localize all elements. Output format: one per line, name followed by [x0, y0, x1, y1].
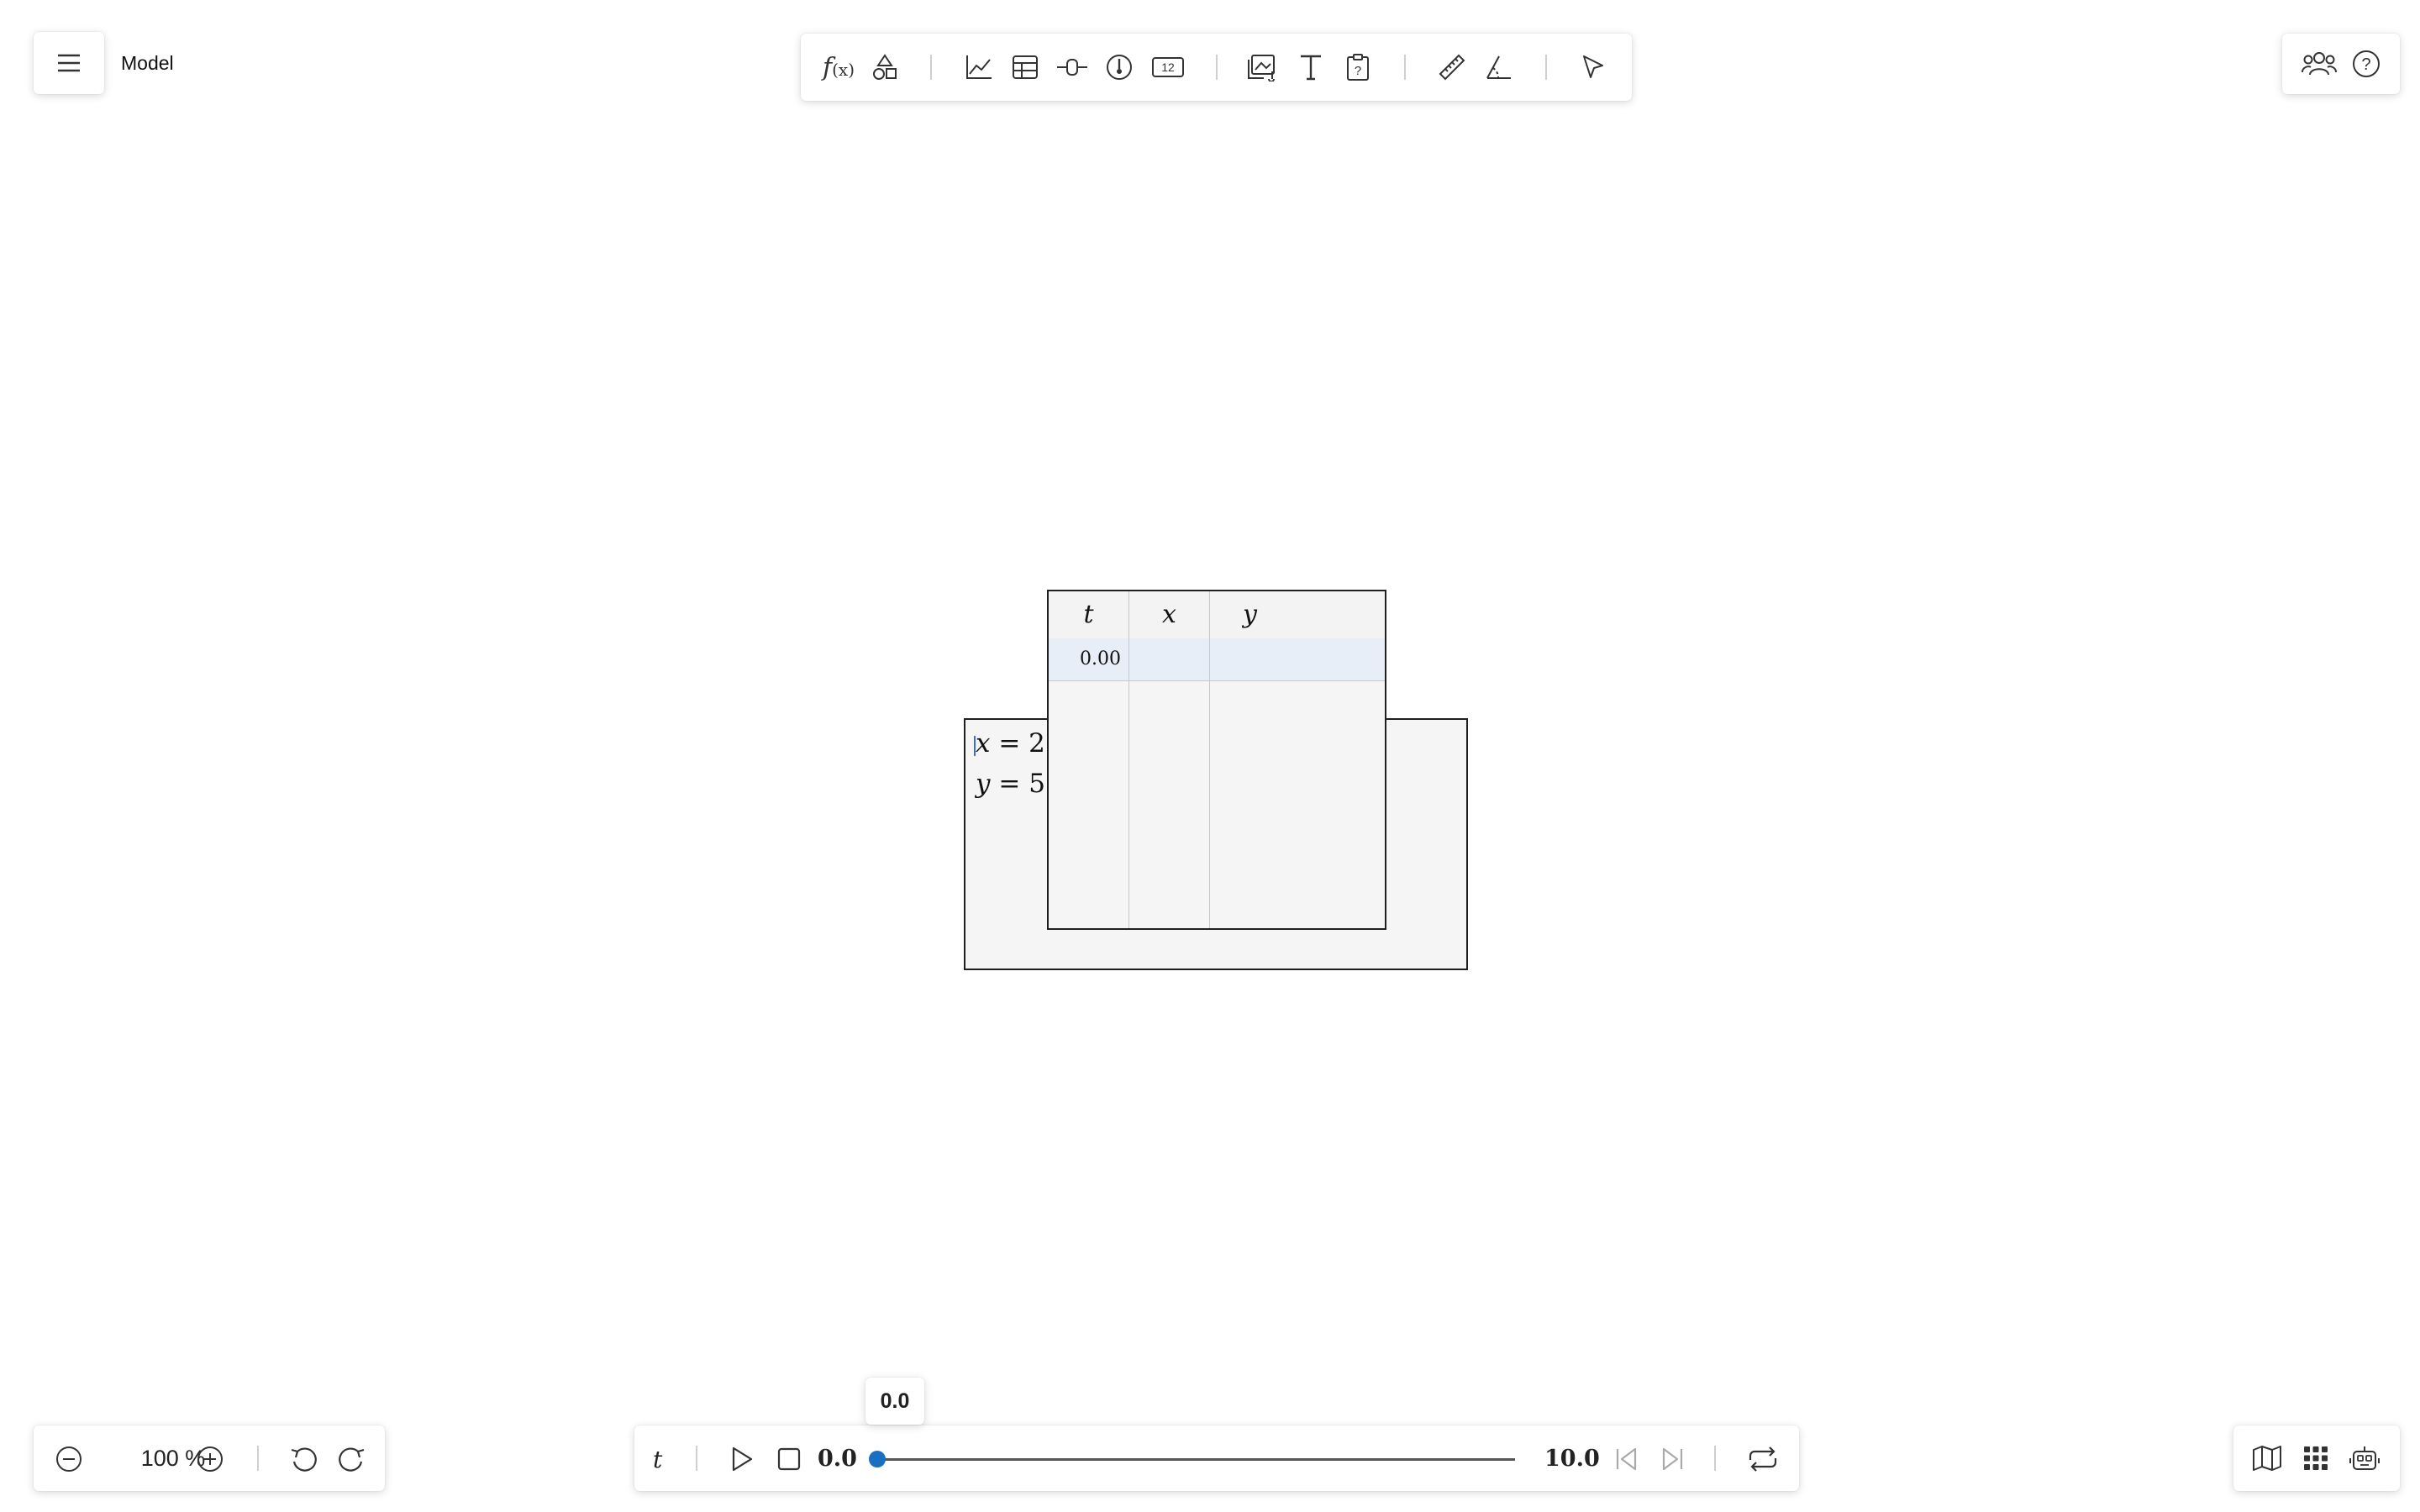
value-display-icon: 12 — [1152, 57, 1184, 77]
divider — [257, 1446, 259, 1471]
protractor-icon — [1486, 55, 1511, 79]
collaborators-button[interactable] — [2301, 47, 2338, 81]
media-icon — [1248, 55, 1275, 81]
time-variable[interactable]: t — [653, 1446, 662, 1473]
time-slider-tooltip: 0.0 — [865, 1378, 924, 1425]
gauge-tool-button[interactable] — [1101, 49, 1138, 86]
toolbar-divider — [930, 55, 932, 80]
users-icon — [2302, 52, 2337, 76]
ruler-icon — [1439, 54, 1465, 81]
divider — [696, 1446, 697, 1471]
graph-icon — [966, 55, 992, 79]
column-header-t[interactable]: t — [1049, 600, 1128, 629]
loop-button[interactable] — [1744, 1442, 1781, 1476]
stop-icon — [777, 1447, 801, 1471]
step-forward-button[interactable] — [1656, 1442, 1690, 1476]
map-button[interactable] — [2249, 1441, 2286, 1476]
main-menu-button[interactable] — [34, 32, 104, 94]
text-tool-button[interactable] — [1292, 49, 1329, 86]
help-icon: ? — [2353, 50, 2380, 77]
function-icon: f(x) — [823, 52, 855, 82]
select-tool-button[interactable] — [1575, 49, 1612, 86]
column-header-y[interactable]: y — [1210, 600, 1290, 629]
toolbar-divider — [1216, 55, 1218, 80]
step-back-button[interactable] — [1609, 1442, 1643, 1476]
gauge-icon — [1107, 55, 1132, 80]
data-table[interactable]: t x y 0.00 — [1047, 590, 1386, 930]
value-display-tool-button[interactable]: 12 — [1147, 49, 1189, 86]
zoom-panel: 100 % — [34, 1425, 385, 1491]
media-tool-button[interactable] — [1244, 49, 1284, 86]
equation-x[interactable]: x = 2 — [976, 728, 1045, 759]
loop-icon — [1749, 1446, 1777, 1472]
redo-button[interactable] — [334, 1442, 368, 1476]
time-slider-thumb[interactable] — [869, 1451, 886, 1467]
shapes-icon — [873, 54, 897, 80]
text-cursor — [974, 736, 976, 756]
map-icon — [2253, 1446, 2281, 1471]
toolbar-divider — [1545, 55, 1547, 80]
view-panel — [2233, 1425, 2400, 1491]
table-tool-button[interactable] — [1007, 49, 1044, 86]
question-tool-button[interactable]: ? — [1339, 49, 1376, 86]
zoom-in-icon — [197, 1446, 223, 1472]
equation-y[interactable]: y = 5 — [976, 769, 1045, 799]
time-end: 10.0 — [1544, 1446, 1600, 1472]
undo-icon — [291, 1447, 317, 1472]
table-icon — [1013, 55, 1038, 79]
hamburger-icon — [55, 52, 82, 74]
redo-icon — [339, 1447, 365, 1472]
function-tool-button[interactable]: f(x) — [818, 49, 859, 86]
column-divider — [1128, 591, 1129, 928]
help-button[interactable]: ? — [2348, 47, 2385, 81]
table-cell-t[interactable]: 0.00 — [1049, 648, 1121, 669]
grid-button[interactable] — [2297, 1441, 2334, 1476]
robot-icon — [2349, 1446, 2380, 1470]
time-controls: t 0.0 10.0 — [634, 1425, 1799, 1491]
slider-tool-button[interactable] — [1054, 49, 1091, 86]
tool-toolbar: f(x) 12 ? — [801, 34, 1632, 101]
pointer-icon — [1583, 55, 1603, 78]
stop-button[interactable] — [772, 1442, 806, 1476]
text-icon — [1301, 55, 1321, 81]
column-divider — [1209, 591, 1210, 928]
slider-icon — [1057, 59, 1087, 76]
protractor-tool-button[interactable] — [1481, 49, 1518, 86]
time-start: 0.0 — [818, 1446, 857, 1472]
svg-text:?: ? — [1355, 64, 1361, 78]
zoom-in-button[interactable] — [193, 1442, 227, 1476]
shapes-tool-button[interactable] — [866, 49, 903, 86]
zoom-out-icon — [56, 1446, 82, 1472]
zoom-out-button[interactable] — [52, 1442, 86, 1476]
step-forward-icon — [1662, 1447, 1683, 1471]
document-title: Model — [121, 52, 174, 74]
divider — [1714, 1446, 1716, 1471]
graph-tool-button[interactable] — [960, 49, 997, 86]
question-clipboard-icon: ? — [1347, 54, 1369, 81]
grid-icon — [2304, 1446, 2328, 1470]
play-icon — [732, 1446, 753, 1472]
collab-help-panel: ? — [2282, 34, 2400, 94]
toolbar-divider — [1404, 55, 1406, 80]
time-slider-track[interactable] — [877, 1458, 1515, 1461]
ruler-tool-button[interactable] — [1434, 49, 1470, 86]
assistant-button[interactable] — [2346, 1441, 2383, 1476]
step-back-icon — [1616, 1447, 1637, 1471]
undo-button[interactable] — [287, 1442, 321, 1476]
column-header-x[interactable]: x — [1129, 600, 1209, 629]
svg-text:?: ? — [2361, 55, 2370, 74]
svg-text:12: 12 — [1161, 60, 1175, 74]
play-button[interactable] — [725, 1442, 759, 1476]
